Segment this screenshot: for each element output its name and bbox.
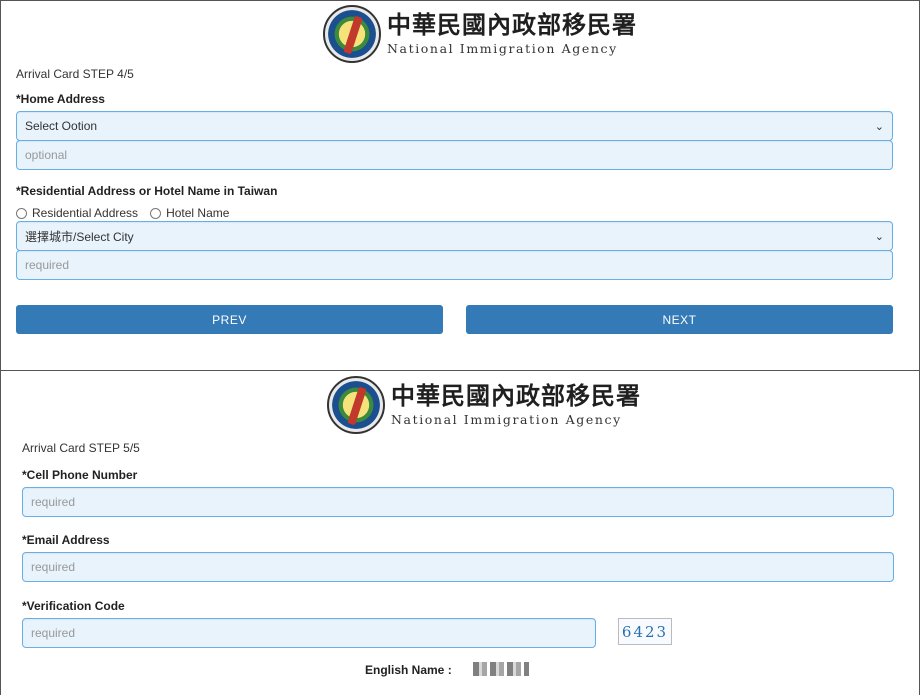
radio-circle-icon: [150, 207, 162, 219]
city-select-value: 選擇城市/Select City: [25, 229, 134, 244]
agency-title: 中華民國內政部移民署 National Immigration Agency: [391, 382, 641, 428]
home-address-placeholder: optional: [25, 148, 68, 162]
verification-code-placeholder: required: [31, 626, 76, 640]
city-select[interactable]: 選擇城市/Select City ⌄: [16, 221, 893, 251]
agency-name-en: National Immigration Agency: [387, 41, 618, 56]
chevron-down-icon: ⌄: [874, 230, 884, 243]
radio-residential-address[interactable]: Residential Address: [16, 206, 138, 220]
radio-circle-icon: [16, 207, 27, 219]
captcha-image[interactable]: 6423: [618, 618, 672, 645]
email-placeholder: required: [31, 560, 76, 574]
prev-button[interactable]: PREV: [16, 305, 443, 334]
english-name-value-redacted: [473, 662, 529, 676]
residential-address-input[interactable]: required: [16, 250, 893, 280]
home-address-label: *Home Address: [16, 92, 105, 106]
arrival-card-step4-panel: 中華民國內政部移民署 National Immigration Agency A…: [0, 0, 920, 371]
email-label: *Email Address: [22, 533, 110, 547]
radio-label: Hotel Name: [166, 206, 230, 220]
residential-address-placeholder: required: [25, 258, 70, 272]
english-name-label: English Name :: [365, 663, 452, 677]
agency-emblem-icon: [323, 5, 381, 63]
cell-phone-label: *Cell Phone Number: [22, 468, 138, 482]
cell-phone-input[interactable]: required: [22, 487, 894, 517]
home-country-select-value: Select Ootion: [25, 119, 98, 133]
agency-name-en: National Immigration Agency: [391, 412, 622, 427]
home-address-input[interactable]: optional: [16, 140, 893, 170]
residence-type-radio-group: Residential Address Hotel Name: [16, 206, 241, 220]
radio-hotel-name[interactable]: Hotel Name: [150, 206, 229, 220]
next-button[interactable]: NEXT: [466, 305, 893, 334]
agency-logo: 中華民國內政部移民署 National Immigration Agency: [327, 376, 641, 434]
agency-emblem-icon: [327, 376, 385, 434]
agency-name-zh: 中華民國內政部移民署: [391, 381, 641, 410]
verification-code-input[interactable]: required: [22, 618, 596, 648]
agency-logo: 中華民國內政部移民署 National Immigration Agency: [323, 5, 637, 63]
home-country-select[interactable]: Select Ootion ⌄: [16, 111, 893, 141]
chevron-down-icon: ⌄: [874, 120, 884, 133]
step-indicator: Arrival Card STEP 4/5: [16, 67, 134, 81]
verification-code-label: *Verification Code: [22, 599, 125, 613]
agency-title: 中華民國內政部移民署 National Immigration Agency: [387, 11, 637, 57]
residential-address-label: *Residential Address or Hotel Name in Ta…: [16, 184, 278, 198]
cell-phone-placeholder: required: [31, 495, 76, 509]
email-input[interactable]: required: [22, 552, 894, 582]
agency-name-zh: 中華民國內政部移民署: [387, 10, 637, 39]
radio-label: Residential Address: [32, 206, 139, 220]
step-indicator: Arrival Card STEP 5/5: [22, 441, 140, 455]
